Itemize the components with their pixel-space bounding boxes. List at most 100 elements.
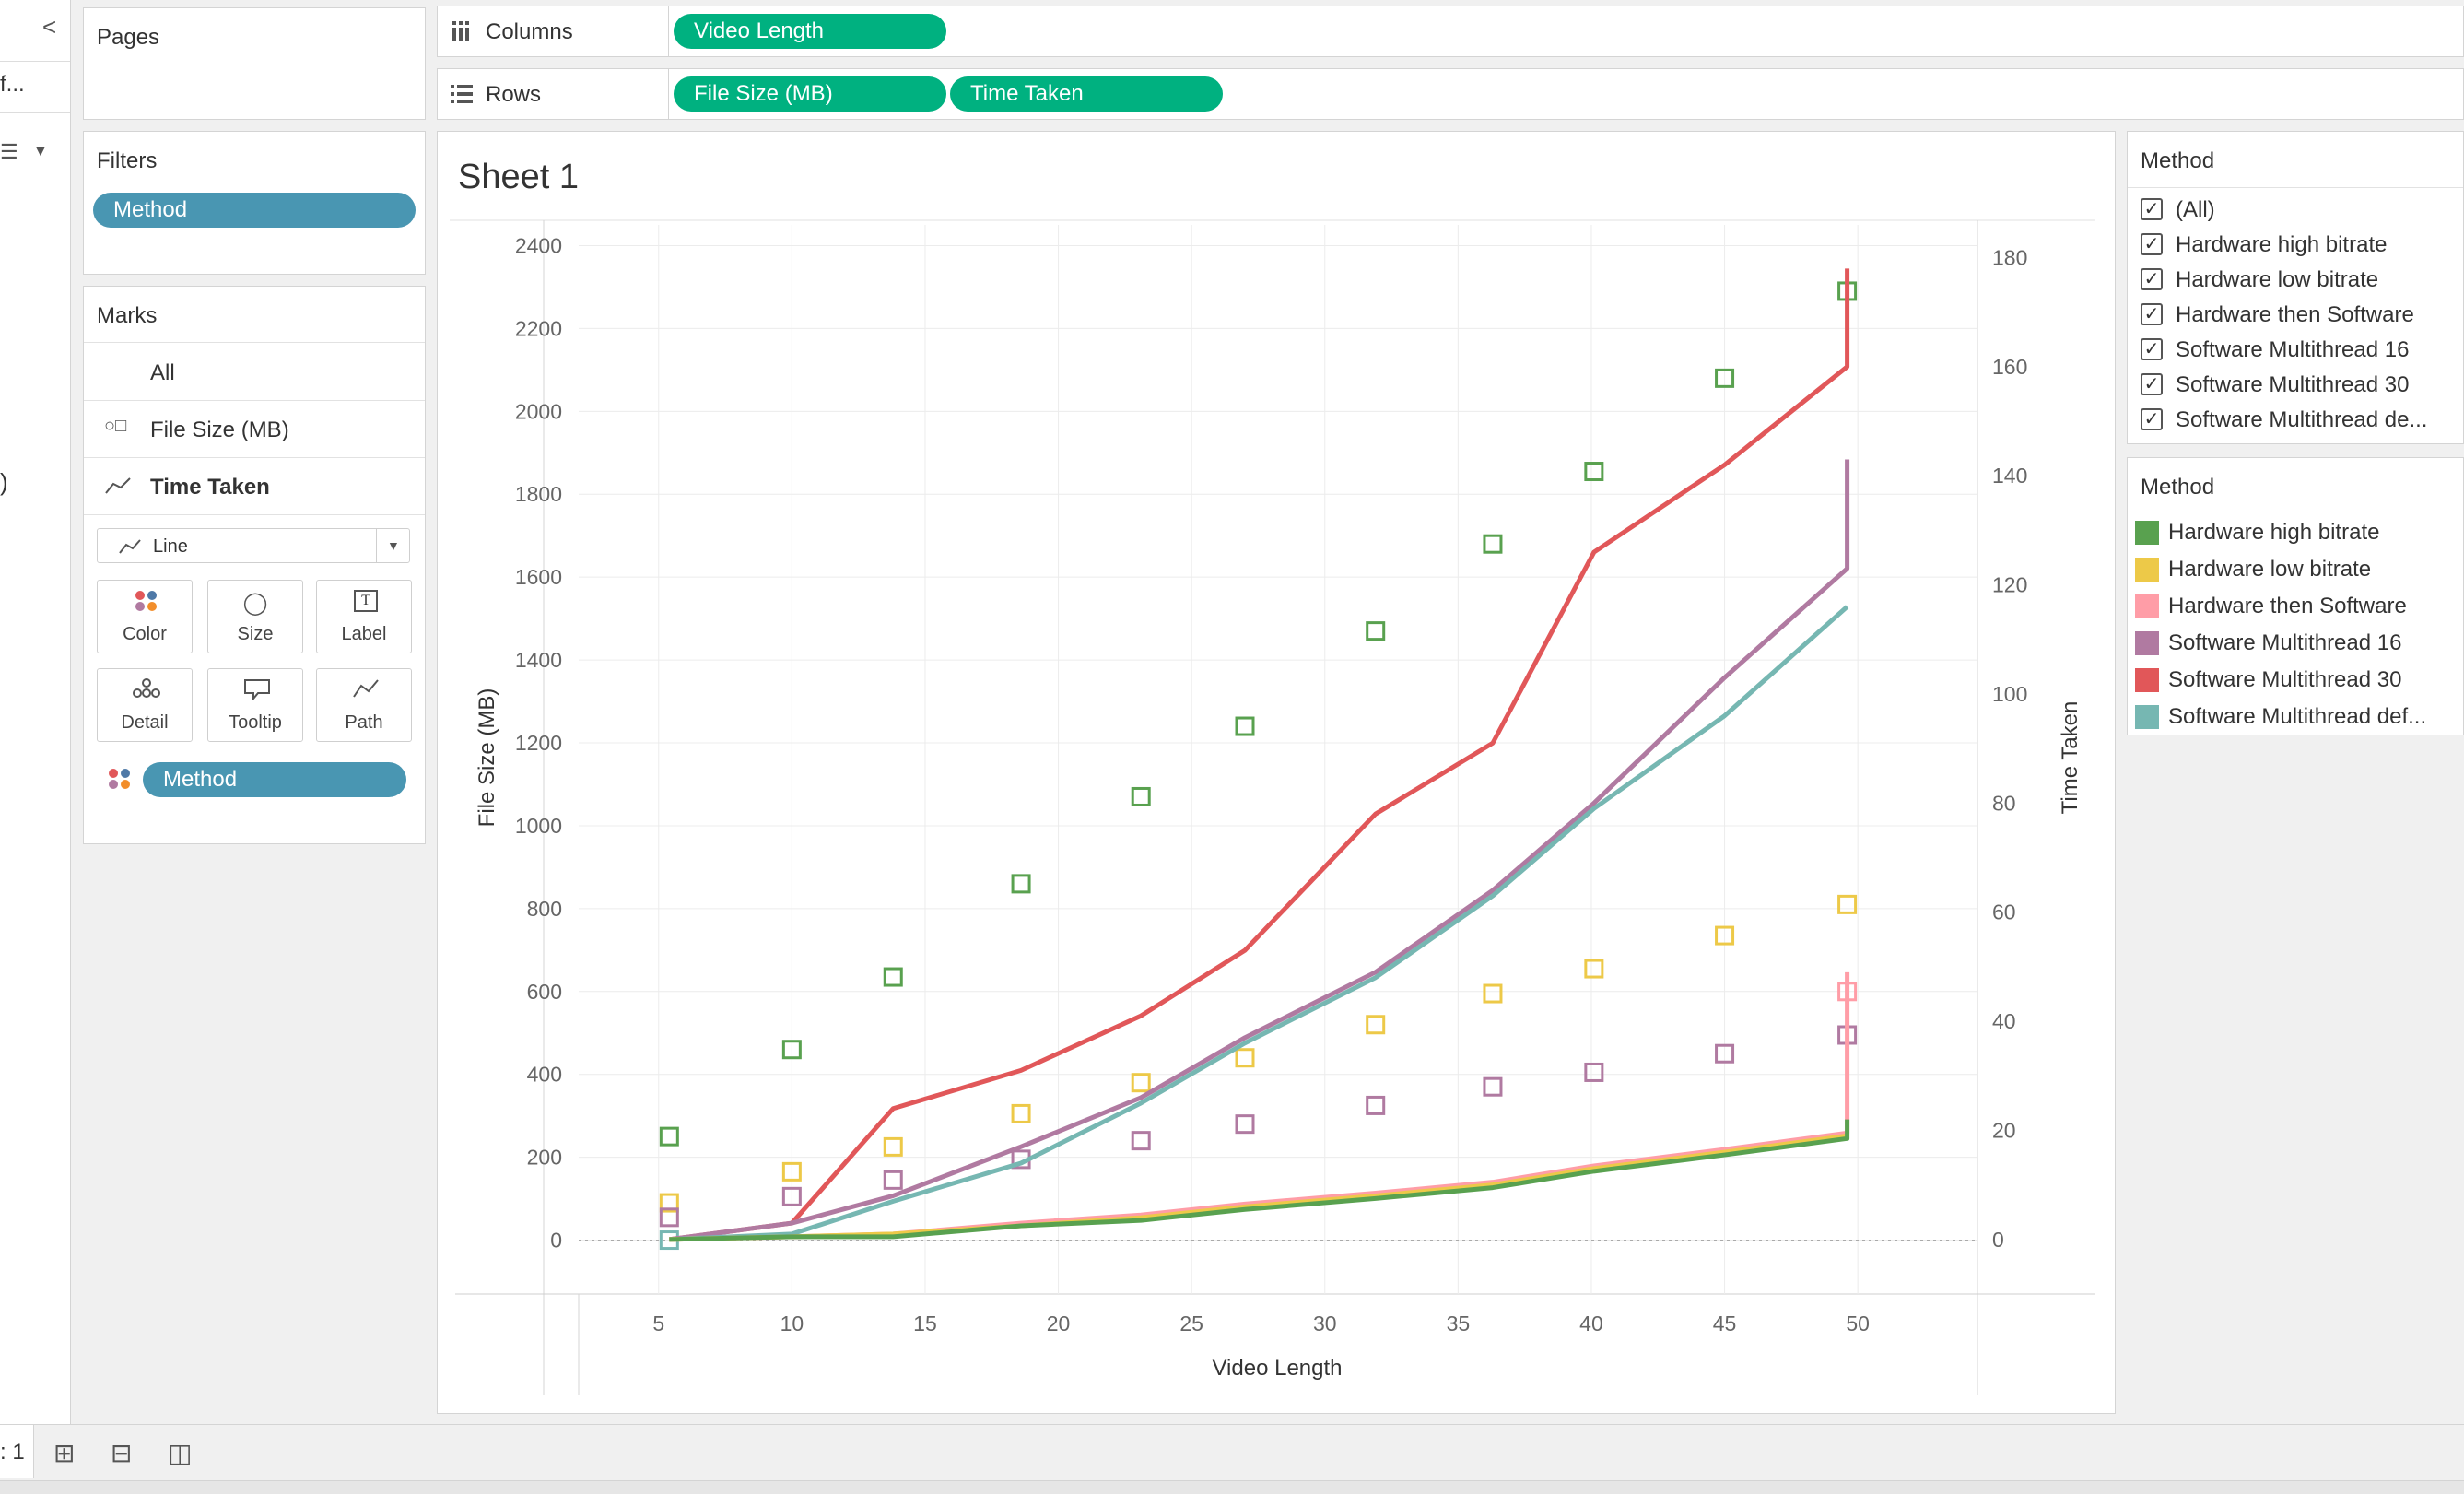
marks-button-label: Detail: [121, 712, 169, 733]
marks-row-file-size[interactable]: ○□ File Size (MB): [84, 401, 425, 458]
file-size-square-mark: [1483, 1076, 1503, 1097]
marks-row-all[interactable]: All: [84, 344, 425, 401]
shape-marks-icon: ○□: [104, 416, 127, 436]
y2-tick-label: 40: [1992, 1009, 2016, 1033]
marks-row-label: File Size (MB): [150, 418, 289, 442]
file-size-square-mark: [1131, 1073, 1151, 1093]
color-encoding-icon: [109, 769, 130, 789]
file-size-square-mark: [1131, 1131, 1151, 1151]
y-tick-label: 2000: [515, 399, 562, 423]
legend-item-hardware-then-software[interactable]: Hardware then Software: [2128, 587, 2463, 624]
file-size-square-mark: [883, 967, 903, 987]
legend-swatch: [2135, 631, 2159, 655]
checkbox-checked[interactable]: ✓: [2141, 268, 2163, 290]
legend-swatch: [2135, 521, 2159, 545]
marks-label-button[interactable]: T Label: [316, 580, 412, 653]
method-color-legend: Method Hardware high bitrate Hardware lo…: [2127, 457, 2464, 735]
marks-title: Marks: [97, 303, 158, 328]
filter-card-title: Method: [2141, 148, 2215, 173]
file-size-square-mark: [1584, 959, 1604, 979]
y2-tick-label: 80: [1992, 791, 2016, 815]
row-pill-time-taken[interactable]: Time Taken: [950, 76, 1223, 112]
y2-tick-label: 120: [1992, 573, 2027, 597]
file-size-square-mark: [1584, 1062, 1604, 1082]
y2-tick-label: 180: [1992, 246, 2027, 270]
rows-icon: [451, 85, 473, 103]
filter-item-hardware-low-bitrate[interactable]: ✓ Hardware low bitrate: [2128, 263, 2463, 298]
new-dashboard-icon[interactable]: ⊟: [111, 1438, 132, 1468]
legend-item-hardware-low-bitrate[interactable]: Hardware low bitrate: [2128, 550, 2463, 587]
y2-tick-label: 60: [1992, 900, 2016, 924]
marks-button-label: Path: [345, 712, 383, 733]
collapse-icon[interactable]: <: [42, 13, 56, 41]
filter-pill-method[interactable]: Method: [93, 193, 416, 228]
sheet-tab-active[interactable]: : 1: [0, 1425, 34, 1478]
mark-type-dropdown[interactable]: Line ▼: [97, 528, 410, 563]
column-pill-video-length[interactable]: Video Length: [674, 14, 946, 49]
y-tick-label: 1000: [515, 814, 562, 838]
marks-path-button[interactable]: Path: [316, 668, 412, 742]
legend-item-software-multithread-16[interactable]: Software Multithread 16: [2128, 624, 2463, 661]
legend-item-software-multithread-30[interactable]: Software Multithread 30: [2128, 661, 2463, 698]
marks-detail-button[interactable]: Detail: [97, 668, 193, 742]
checkbox-checked[interactable]: ✓: [2141, 408, 2163, 430]
dropdown-arrow-icon[interactable]: ▼: [33, 144, 48, 160]
y-tick-label: 1400: [515, 648, 562, 672]
y-tick-label: 600: [527, 980, 562, 1004]
file-size-square-mark: [1011, 874, 1031, 894]
x-tick-label: 40: [1579, 1312, 1603, 1335]
marks-color-button[interactable]: Color: [97, 580, 193, 653]
checkbox-checked[interactable]: ✓: [2141, 373, 2163, 395]
row-pill-file-size[interactable]: File Size (MB): [674, 76, 946, 112]
y-tick-label: 2200: [515, 316, 562, 340]
y-tick-label: 800: [527, 897, 562, 921]
checkbox-checked[interactable]: ✓: [2141, 303, 2163, 325]
filter-item-hardware-high-bitrate[interactable]: ✓ Hardware high bitrate: [2128, 228, 2463, 263]
filter-item-software-multithread-default[interactable]: ✓ Software Multithread de...: [2128, 403, 2463, 438]
marks-row-time-taken[interactable]: Time Taken: [84, 458, 425, 515]
marks-card: Marks All ○□ File Size (MB) Time Taken L…: [83, 286, 426, 844]
checkbox-checked[interactable]: ✓: [2141, 338, 2163, 360]
filters-title: Filters: [97, 148, 158, 173]
view-grid-icon[interactable]: ☰: [0, 140, 18, 164]
file-size-square-mark: [883, 1136, 903, 1157]
x-tick-label: 45: [1713, 1312, 1737, 1335]
pages-shelf[interactable]: Pages: [83, 7, 426, 120]
columns-shelf[interactable]: Columns Video Length: [437, 6, 2464, 57]
filter-item-hardware-then-software[interactable]: ✓ Hardware then Software: [2128, 298, 2463, 333]
legend-item-hardware-high-bitrate[interactable]: Hardware high bitrate: [2128, 513, 2463, 550]
marks-tooltip-button[interactable]: Tooltip: [207, 668, 303, 742]
marks-button-label: Tooltip: [229, 712, 282, 733]
file-size-square-mark: [883, 1170, 903, 1190]
filter-item-all[interactable]: ✓ (All): [2128, 193, 2463, 228]
marks-button-label: Label: [341, 624, 387, 644]
checkbox-checked[interactable]: ✓: [2141, 233, 2163, 255]
x-tick-label: 30: [1313, 1312, 1337, 1335]
file-size-square-mark: [1011, 1103, 1031, 1123]
time-taken-line: [669, 971, 1850, 1242]
new-worksheet-icon[interactable]: ⊞: [53, 1438, 75, 1468]
sidebar-truncated-item[interactable]: f...: [0, 72, 25, 98]
filter-item-software-multithread-16[interactable]: ✓ Software Multithread 16: [2128, 333, 2463, 368]
marks-size-button[interactable]: ◯ Size: [207, 580, 303, 653]
marks-row-label: Time Taken: [150, 475, 270, 500]
rows-shelf[interactable]: Rows File Size (MB) Time Taken: [437, 68, 2464, 120]
time-taken-line: [669, 605, 1849, 1242]
x-tick-label: 5: [652, 1312, 664, 1335]
file-size-square-mark: [1483, 983, 1503, 1004]
method-filter-card: Method ✓ (All) ✓ Hardware high bitrate ✓ Ha…: [2127, 131, 2464, 444]
new-story-icon[interactable]: ◫: [168, 1438, 192, 1468]
legend-item-software-multithread-default[interactable]: Software Multithread def...: [2128, 698, 2463, 735]
legend-swatch: [2135, 558, 2159, 582]
y2-tick-label: 0: [1992, 1228, 2004, 1252]
filters-shelf[interactable]: Filters Method: [83, 131, 426, 275]
color-pill-method[interactable]: Method: [143, 762, 406, 797]
sidebar-divider: [0, 112, 70, 113]
line-marks-icon: [105, 477, 131, 494]
checkbox-checked[interactable]: ✓: [2141, 198, 2163, 220]
filter-item-software-multithread-30[interactable]: ✓ Software Multithread 30: [2128, 368, 2463, 403]
chevron-down-icon: ▼: [387, 538, 400, 553]
file-size-square-mark: [1366, 621, 1386, 641]
file-size-square-mark: [1483, 534, 1503, 554]
legend-swatch: [2135, 705, 2159, 729]
